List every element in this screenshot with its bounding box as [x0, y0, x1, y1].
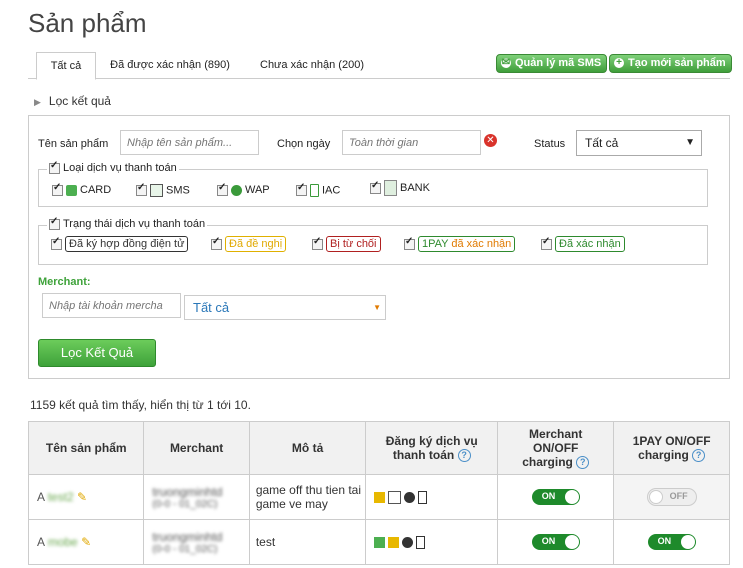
- bank-icon: [384, 180, 397, 196]
- status-label: Status: [534, 138, 566, 150]
- phone-icon: [310, 184, 319, 197]
- 1pay-charging-toggle[interactable]: ON: [647, 534, 696, 550]
- description: test: [248, 519, 367, 565]
- plus-icon: +: [614, 58, 624, 68]
- col-merchant-charging[interactable]: Merchant ON/OFF charging ?: [497, 421, 615, 475]
- tab-confirmed[interactable]: Đã được xác nhận (890): [100, 52, 240, 78]
- service-icons: [365, 474, 499, 520]
- filter-submit-button[interactable]: Lọc Kết Quả: [38, 339, 156, 367]
- col-product-name[interactable]: Tên sản phẩm: [27, 421, 145, 475]
- filter-toggle[interactable]: ▶ Lọc kết quả: [34, 94, 111, 108]
- service-group-checkbox[interactable]: [49, 160, 60, 174]
- product-table: Tên sản phẩm Merchant Mô tả Đăng ký dịch…: [27, 421, 730, 565]
- sms-icon: [150, 184, 163, 197]
- help-icon[interactable]: ?: [576, 456, 590, 470]
- help-icon[interactable]: ?: [457, 449, 471, 463]
- merchant-input[interactable]: [42, 293, 181, 318]
- service-bank[interactable]: BANK: [370, 180, 430, 196]
- merchant-charging-toggle[interactable]: ON: [531, 489, 580, 505]
- product-name[interactable]: mobe: [48, 535, 78, 549]
- tab-unconfirmed[interactable]: Chưa xác nhận (200): [248, 52, 376, 78]
- state-proposed[interactable]: Đã đề nghị: [211, 236, 287, 252]
- tab-all[interactable]: Tất cả: [36, 52, 96, 80]
- description: game off thu tien tai game ve may: [248, 474, 367, 520]
- caret-right-icon: ▶: [34, 97, 41, 107]
- globe-icon: [231, 184, 242, 196]
- dropdown-arrow-icon: ▼: [373, 303, 381, 312]
- table-row: A mobe ✎ truongminhtd (0-0 - 01_02C) test…: [27, 519, 730, 565]
- col-payment-services[interactable]: Đăng ký dịch vụ thanh toán ?: [365, 421, 499, 475]
- manage-sms-button[interactable]: ✉ Quản lý mã SMS: [496, 54, 608, 73]
- dropdown-arrow-icon: ▼: [685, 137, 695, 148]
- state-group-checkbox[interactable]: [49, 216, 60, 230]
- service-icons: [365, 519, 499, 565]
- date-label: Chọn ngày: [277, 138, 331, 150]
- col-description[interactable]: Mô tả: [248, 421, 367, 475]
- service-sms[interactable]: SMS: [136, 182, 190, 197]
- edit-icon[interactable]: ✎: [81, 535, 91, 549]
- product-name-label: Tên sản phẩm: [38, 138, 109, 150]
- product-name-input[interactable]: [120, 130, 259, 155]
- state-confirmed[interactable]: Đã xác nhận: [541, 236, 625, 252]
- help-icon[interactable]: ?: [692, 449, 706, 463]
- state-signed[interactable]: Đã ký hợp đồng điện tử: [51, 236, 189, 252]
- clear-date-icon[interactable]: ✕: [484, 134, 497, 147]
- result-summary: 1159 kết quả tìm thấy, hiển thị từ 1 tới…: [30, 398, 251, 412]
- table-row: A test2 ✎ truongminhtd (0-0 - 01_02C) gam…: [27, 474, 730, 520]
- page-title: Sản phẩm: [28, 8, 147, 38]
- merchant-label: Merchant:: [38, 276, 91, 288]
- col-merchant[interactable]: Merchant: [143, 421, 250, 475]
- service-wap[interactable]: WAP: [217, 182, 270, 196]
- service-card[interactable]: CARD: [52, 182, 111, 196]
- edit-icon[interactable]: ✎: [77, 490, 87, 504]
- state-rejected[interactable]: Bị từ chối: [312, 236, 381, 252]
- merchant-charging-toggle[interactable]: ON: [531, 534, 580, 550]
- envelope-icon: ✉: [501, 57, 511, 68]
- merchant-name: truongminhtd: [152, 529, 223, 544]
- status-select[interactable]: Tất cả ▼: [576, 130, 702, 156]
- date-input[interactable]: [342, 130, 481, 155]
- state-1pay-confirmed[interactable]: 1PAY đã xác nhận: [404, 236, 516, 252]
- 1pay-charging-toggle[interactable]: OFF: [646, 488, 697, 506]
- product-icon: A: [37, 490, 45, 504]
- merchant-name: truongminhtd: [152, 484, 223, 499]
- new-product-button[interactable]: + Tạo mới sản phẩm: [609, 54, 732, 73]
- service-iac[interactable]: IAC: [296, 182, 340, 197]
- table-header-row: Tên sản phẩm Merchant Mô tả Đăng ký dịch…: [27, 421, 730, 475]
- card-icon: [66, 184, 77, 196]
- col-1pay-charging[interactable]: 1PAY ON/OFF charging ?: [613, 421, 730, 475]
- product-name[interactable]: test2: [48, 490, 74, 504]
- product-icon: A: [37, 535, 45, 549]
- merchant-select[interactable]: Tất cả ▼: [184, 295, 386, 320]
